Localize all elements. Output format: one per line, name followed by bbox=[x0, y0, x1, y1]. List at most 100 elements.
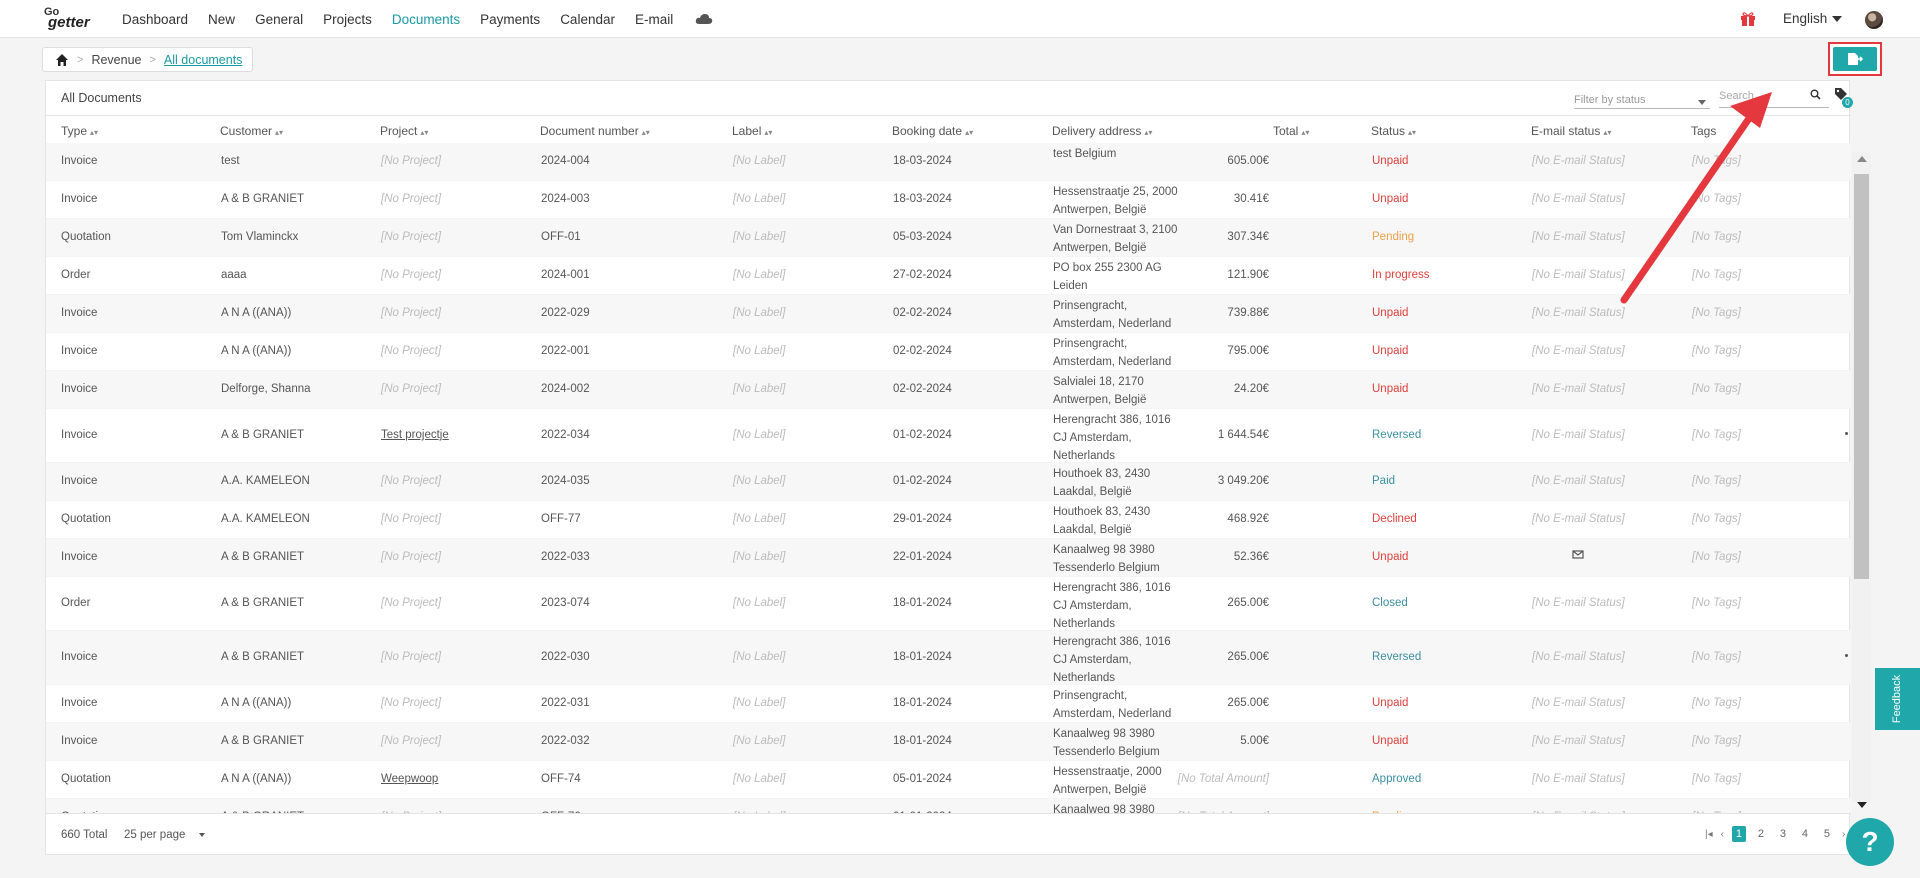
nav-dashboard[interactable]: Dashboard bbox=[122, 12, 188, 27]
cell-tags: [No Tags] bbox=[1692, 193, 1741, 205]
per-page-select[interactable]: 25 per page bbox=[124, 829, 206, 841]
export-button[interactable] bbox=[1833, 47, 1877, 71]
prev-page-icon[interactable]: ‹ bbox=[1721, 829, 1724, 840]
tag-filter-button[interactable]: 0 bbox=[1834, 87, 1853, 108]
breadcrumb-revenue[interactable]: Revenue bbox=[91, 53, 141, 67]
cell-tags: [No Tags] bbox=[1692, 307, 1741, 319]
column-project[interactable]: Project ▴▾ bbox=[380, 124, 428, 138]
cell-delivery-address: Hessenstraatje, 2000 Antwerpen, België bbox=[1053, 766, 1162, 796]
cell-total: 739.88€ bbox=[1227, 307, 1269, 319]
cell-email-status: [No E-mail Status] bbox=[1532, 383, 1625, 395]
cell-project[interactable]: Weepwoop bbox=[381, 773, 438, 785]
help-label: ? bbox=[1861, 826, 1879, 857]
table-row[interactable]: Invoice A N A ((ANA)) [No Project] 2022-031… bbox=[46, 685, 1851, 723]
language-selector[interactable]: English bbox=[1783, 11, 1843, 26]
cell-customer: A & B GRANIET bbox=[221, 651, 305, 663]
cell-type: Invoice bbox=[61, 429, 98, 441]
cell-type: Invoice bbox=[61, 193, 98, 205]
page-4[interactable]: 4 bbox=[1798, 828, 1812, 840]
cell-document-number: 2024-002 bbox=[541, 383, 590, 395]
cloud-icon[interactable] bbox=[695, 13, 713, 25]
nav-payments[interactable]: Payments bbox=[480, 12, 540, 27]
cell-delivery-address: Houthoek 83, 2430 Laakdal, België bbox=[1053, 506, 1151, 536]
cell-email-status: [No E-mail Status] bbox=[1532, 597, 1625, 609]
sort-icon: ▴▾ bbox=[420, 128, 429, 137]
table-row[interactable]: Invoice A & B GRANIET [No Project] 2022-033… bbox=[46, 539, 1851, 577]
cell-document-number: 2022-029 bbox=[541, 307, 590, 319]
vertical-scrollbar[interactable] bbox=[1852, 152, 1871, 808]
cell-type: Order bbox=[61, 597, 91, 609]
home-icon[interactable] bbox=[55, 53, 69, 67]
column-status[interactable]: Status ▴▾ bbox=[1371, 124, 1416, 138]
nav-new[interactable]: New bbox=[208, 12, 235, 27]
table-row[interactable]: Invoice A & B GRANIET [No Project] 2022-030… bbox=[46, 631, 1851, 685]
nav-general[interactable]: General bbox=[255, 12, 303, 27]
table-row[interactable]: Quotation A.A. KAMELEON [No Project] OFF-77… bbox=[46, 501, 1851, 539]
nav-calendar[interactable]: Calendar bbox=[560, 12, 615, 27]
column-email-status[interactable]: E-mail status ▴▾ bbox=[1531, 124, 1611, 138]
column-label[interactable]: Label ▴▾ bbox=[732, 124, 772, 138]
breadcrumb-all-documents[interactable]: All documents bbox=[164, 53, 243, 67]
table-row[interactable]: Invoice A & B GRANIET Test projectje 2022-0… bbox=[46, 409, 1851, 463]
gogetter-logo[interactable]: Go getter bbox=[44, 6, 102, 32]
column-total[interactable]: Total ▴▾ bbox=[1273, 124, 1309, 138]
nav-email[interactable]: E-mail bbox=[635, 12, 673, 27]
feedback-tab[interactable]: Feedback bbox=[1875, 668, 1920, 730]
sort-icon: ▴▾ bbox=[1408, 128, 1417, 137]
column-customer[interactable]: Customer ▴▾ bbox=[220, 124, 283, 138]
email-sent-icon[interactable] bbox=[1572, 548, 1584, 563]
cell-project[interactable]: Test projectje bbox=[381, 429, 449, 441]
page-5[interactable]: 5 bbox=[1820, 828, 1834, 840]
sort-icon: ▴▾ bbox=[1603, 128, 1612, 137]
table-row[interactable]: Invoice A N A ((ANA)) [No Project] 2022-001… bbox=[46, 333, 1851, 371]
table-row[interactable]: Invoice A N A ((ANA)) [No Project] 2022-029… bbox=[46, 295, 1851, 333]
page-3[interactable]: 3 bbox=[1776, 828, 1790, 840]
table-row[interactable]: Invoice Delforge, Shanna [No Project] 2024-… bbox=[46, 371, 1851, 409]
scroll-down-icon[interactable] bbox=[1857, 802, 1867, 808]
table-row[interactable]: Quotation A N A ((ANA)) Weepwoop OFF-74 [No … bbox=[46, 761, 1851, 799]
cell-tags: [No Tags] bbox=[1692, 735, 1741, 747]
filter-by-status-select[interactable]: Filter by status bbox=[1574, 89, 1710, 109]
table-row[interactable]: QuotationA & B GRANIET[No Project]OFF-76… bbox=[46, 799, 1851, 813]
table-row[interactable]: Invoice A & B GRANIET [No Project] 2024-003… bbox=[46, 181, 1851, 219]
nav-projects[interactable]: Projects bbox=[323, 12, 372, 27]
column-label: Label bbox=[732, 124, 762, 138]
column-booking-date[interactable]: Booking date ▴▾ bbox=[892, 124, 973, 138]
table-row[interactable]: Invoice test [No Project] 2024-004 [No Label… bbox=[46, 143, 1851, 181]
row-menu-dot[interactable] bbox=[1845, 654, 1848, 657]
cell-type: Quotation bbox=[61, 231, 111, 243]
filter-placeholder: Filter by status bbox=[1574, 94, 1646, 106]
cell-email-status: [No E-mail Status] bbox=[1532, 651, 1625, 663]
column-delivery-address[interactable]: Delivery address ▴▾ bbox=[1052, 124, 1152, 138]
scrollbar-thumb[interactable] bbox=[1854, 174, 1869, 579]
cell-booking-date: 18-01-2024 bbox=[893, 735, 952, 747]
table-row[interactable]: Order A & B GRANIET [No Project] 2023-074 [N… bbox=[46, 577, 1851, 631]
page-1[interactable]: 1 bbox=[1731, 826, 1746, 842]
scroll-up-icon[interactable] bbox=[1857, 156, 1867, 162]
top-navbar: Go getter Dashboard New General Projects… bbox=[0, 0, 1920, 38]
help-button[interactable]: ? bbox=[1846, 818, 1894, 866]
first-page-icon[interactable]: |◂ bbox=[1705, 829, 1713, 840]
column-type[interactable]: Type ▴▾ bbox=[61, 124, 98, 138]
table-row[interactable]: Order aaaa [No Project] 2024-001 [No Label] 2… bbox=[46, 257, 1851, 295]
cell-customer: A & B GRANIET bbox=[221, 429, 305, 441]
column-label: Type bbox=[61, 124, 88, 138]
cell-delivery-address: PO box 255 2300 AG Leiden bbox=[1053, 262, 1162, 292]
column-document-number[interactable]: Document number ▴▾ bbox=[540, 124, 650, 138]
table-row[interactable]: Invoice A.A. KAMELEON [No Project] 2024-035… bbox=[46, 463, 1851, 501]
nav-documents[interactable]: Documents bbox=[392, 12, 460, 27]
cell-customer: A.A. KAMELEON bbox=[221, 475, 310, 487]
gift-icon[interactable] bbox=[1740, 11, 1756, 27]
row-menu-dot[interactable] bbox=[1845, 432, 1848, 435]
column-tags[interactable]: Tags bbox=[1691, 124, 1716, 138]
table-row[interactable]: Quotation Tom Vlaminckx [No Project] OFF-01… bbox=[46, 219, 1851, 257]
avatar[interactable] bbox=[1865, 11, 1883, 29]
cell-type: Invoice bbox=[61, 551, 98, 563]
next-page-icon[interactable]: › bbox=[1842, 829, 1845, 840]
cell-document-number: OFF-77 bbox=[541, 513, 581, 525]
search-icon[interactable] bbox=[1810, 89, 1821, 100]
cell-customer: A.A. KAMELEON bbox=[221, 513, 310, 525]
search-input[interactable]: Search bbox=[1719, 87, 1829, 108]
table-row[interactable]: Invoice A & B GRANIET [No Project] 2022-032… bbox=[46, 723, 1851, 761]
page-2[interactable]: 2 bbox=[1754, 828, 1768, 840]
